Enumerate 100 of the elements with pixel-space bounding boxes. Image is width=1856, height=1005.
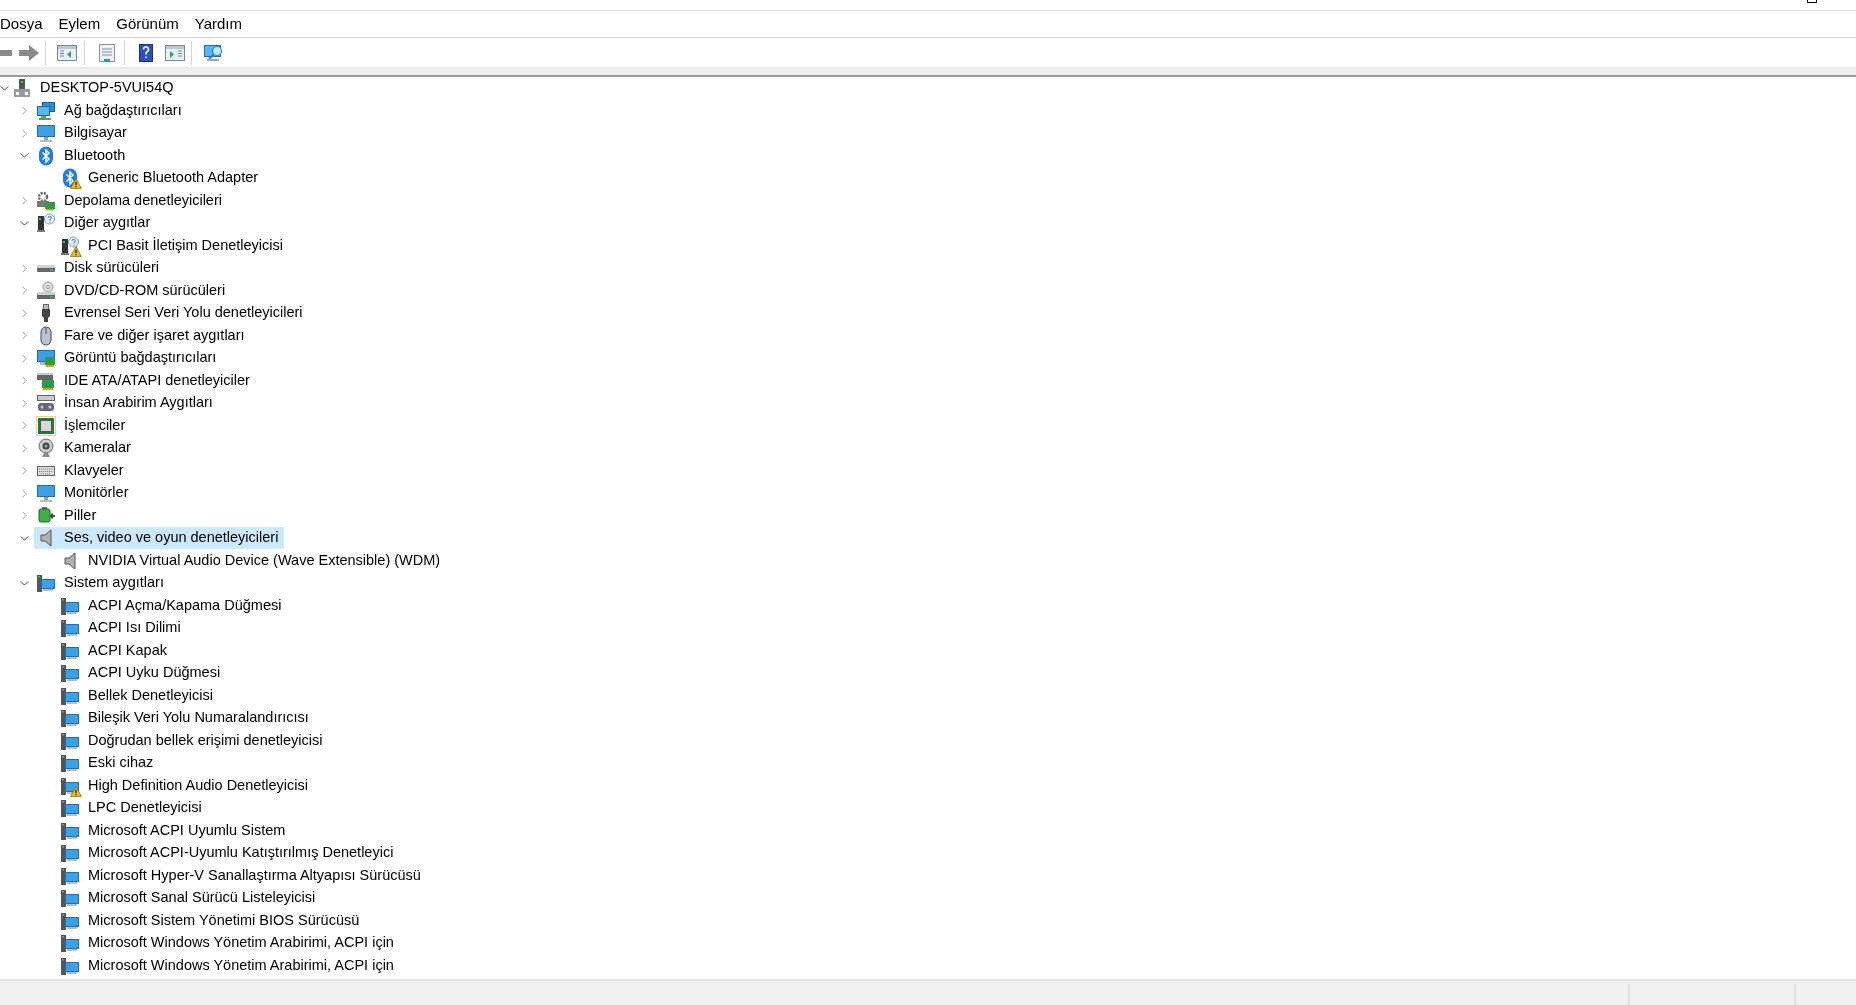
tree-item[interactable]: Bileşik Veri Yolu Numaralandırıcısı: [58, 707, 315, 730]
chevron-down-icon[interactable]: [19, 580, 29, 586]
tree-item[interactable]: Generic Bluetooth Adapter: [58, 167, 265, 190]
network-monitors-icon: [36, 100, 56, 121]
system-device-icon: [60, 685, 80, 706]
chevron-right-icon[interactable]: [21, 443, 27, 453]
tree-item[interactable]: High Definition Audio Denetleyicisi: [58, 774, 315, 797]
tree-item[interactable]: IDE ATA/ATAPI denetleyiciler: [34, 369, 256, 392]
system-device-icon: [60, 865, 80, 886]
panel-arrow-right-icon[interactable]: [164, 42, 186, 63]
system-device-icon: [36, 573, 56, 594]
display-adapter-icon: [36, 348, 56, 369]
tree-item[interactable]: Fare ve diğer işaret aygıtları: [34, 324, 251, 347]
tree-item[interactable]: Piller: [34, 504, 103, 527]
menu-item[interactable]: Yardım: [186, 11, 250, 37]
chevron-right-icon[interactable]: [21, 106, 27, 116]
tree-item[interactable]: Disk sürücüleri: [34, 257, 166, 280]
tree-item[interactable]: PCI Basit İletişim Denetleyicisi: [58, 234, 289, 257]
tree-item[interactable]: Microsoft ACPI-Uyumlu Katıştırılmış Denetleyici: [58, 842, 400, 865]
keyboard-icon: [36, 465, 56, 476]
system-device-icon: [60, 955, 80, 976]
input-devices-icon: [36, 393, 56, 414]
system-device-icon: [60, 663, 80, 684]
monitor-icon: [36, 123, 56, 144]
storage-controller-icon: [36, 190, 56, 211]
bluetooth-icon: [39, 145, 53, 166]
monitor-icon: [36, 483, 56, 504]
chevron-right-icon[interactable]: [21, 488, 27, 498]
tree-item[interactable]: Ses, video ve oyun denetleyicileri: [34, 527, 285, 550]
speaker-icon: [64, 551, 76, 570]
menu-item[interactable]: Görünüm: [108, 11, 187, 37]
usb-plug-icon: [41, 303, 51, 324]
tree-item[interactable]: ACPI Isı Dilimi: [58, 617, 187, 640]
tree-item[interactable]: Diğer aygıtlar: [34, 212, 157, 235]
chevron-right-icon[interactable]: [21, 128, 27, 138]
tree-item[interactable]: Ağ bağdaştırıcıları: [34, 99, 188, 122]
tree-item[interactable]: Eski cihaz: [58, 752, 160, 775]
tree-item[interactable]: Depolama denetleyicileri: [34, 189, 228, 212]
tree-item[interactable]: ACPI Kapak: [58, 639, 173, 662]
tree-item[interactable]: Microsoft ACPI Uyumlu Sistem: [58, 819, 292, 842]
chevron-down-icon[interactable]: [19, 153, 29, 159]
system-device-icon: [60, 843, 80, 864]
disk-drive-icon: [36, 263, 56, 273]
tree-item[interactable]: DESKTOP-5VUI54Q: [10, 77, 180, 100]
system-device-icon: [60, 595, 80, 616]
optical-drive-icon: [36, 280, 56, 301]
system-device-icon: [60, 708, 80, 729]
tree-item[interactable]: Microsoft Sistem Yönetimi BIOS Sürücüsü: [58, 909, 366, 932]
speaker-icon: [40, 529, 52, 548]
tree-item[interactable]: Microsoft Sanal Sürücü Listeleyicisi: [58, 887, 322, 910]
battery-plug-icon: [36, 505, 56, 526]
tree-item[interactable]: Kameralar: [34, 437, 137, 460]
chevron-down-icon[interactable]: [19, 535, 29, 541]
tree-item[interactable]: Doğrudan bellek erişimi denetleyicisi: [58, 729, 329, 752]
tree-item[interactable]: İnsan Arabirim Aygıtları: [34, 392, 219, 415]
tree-item[interactable]: İşlemciler: [34, 414, 132, 437]
scan-monitor-icon[interactable]: [203, 42, 225, 63]
system-device-icon: [60, 618, 80, 639]
chevron-right-icon[interactable]: [21, 421, 27, 431]
system-device-icon: [60, 798, 80, 819]
chevron-right-icon[interactable]: [21, 398, 27, 408]
tree-item[interactable]: Klavyeler: [34, 459, 130, 482]
tree-item[interactable]: Görüntü bağdaştırıcıları: [34, 347, 223, 370]
tree-item[interactable]: ACPI Açma/Kapama Düğmesi: [58, 594, 288, 617]
properties-sheet-icon[interactable]: [97, 42, 117, 63]
panel-arrow-left-icon[interactable]: [56, 42, 78, 63]
tree-item[interactable]: ACPI Uyku Düğmesi: [58, 662, 227, 685]
chevron-right-icon[interactable]: [21, 376, 27, 386]
system-device-icon: [60, 910, 80, 931]
tree-item[interactable]: Monitörler: [34, 482, 135, 505]
tree-item[interactable]: DVD/CD-ROM sürücüleri: [34, 279, 232, 302]
chevron-right-icon[interactable]: [21, 353, 27, 363]
processor-chip-icon: [36, 415, 56, 436]
tree-item[interactable]: Evrensel Seri Veri Yolu denetleyicileri: [34, 302, 309, 325]
chevron-right-icon[interactable]: [21, 511, 27, 521]
tree-item[interactable]: Bluetooth: [34, 144, 132, 167]
tree-item[interactable]: NVIDIA Virtual Audio Device (Wave Extensible) (WDM): [58, 549, 447, 572]
chevron-down-icon[interactable]: [19, 220, 29, 226]
webcam-icon: [38, 438, 54, 459]
chevron-right-icon[interactable]: [21, 466, 27, 476]
chevron-right-icon[interactable]: [21, 263, 27, 273]
ide-controller-icon: [36, 370, 56, 391]
tree-item[interactable]: Sistem aygıtları: [34, 572, 170, 595]
help-icon[interactable]: [137, 42, 155, 63]
chevron-right-icon[interactable]: [21, 308, 27, 318]
chevron-right-icon[interactable]: [21, 331, 27, 341]
menu-item[interactable]: Dosya: [0, 11, 51, 37]
tree-item[interactable]: Microsoft Windows Yönetim Arabirimi, ACPI için: [58, 954, 400, 977]
tree-item[interactable]: Microsoft Hyper-V Sanallaştırma Altyapısı Sürücüsü: [58, 864, 427, 887]
menu-item[interactable]: Eylem: [50, 11, 109, 37]
chevron-right-icon[interactable]: [21, 196, 27, 206]
chevron-right-icon[interactable]: [21, 286, 27, 296]
tree-item[interactable]: Bellek Denetleyicisi: [58, 684, 219, 707]
tree-item[interactable]: LPC Denetleyicisi: [58, 797, 208, 820]
tree-item[interactable]: Microsoft Windows Yönetim Arabirimi, ACPI için: [58, 932, 400, 955]
chevron-down-icon[interactable]: [0, 85, 9, 91]
forward-arrow-icon[interactable]: [18, 42, 40, 63]
tree-item[interactable]: Bilgisayar: [34, 122, 133, 145]
window-control-icon[interactable]: [1807, 0, 1817, 3]
system-device-icon: [60, 640, 80, 661]
